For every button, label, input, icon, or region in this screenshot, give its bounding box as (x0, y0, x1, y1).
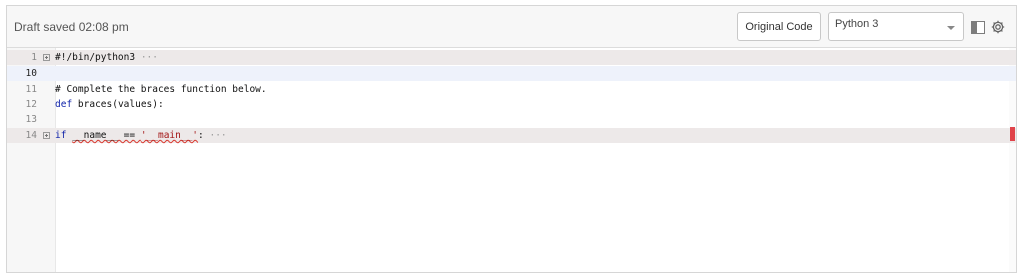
line-code: if __name__ == '__main__': ··· (55, 130, 227, 141)
def-keyword: def (55, 99, 73, 110)
original-code-button[interactable]: Original Code (737, 12, 821, 41)
fold-toggle-icon[interactable] (43, 54, 50, 61)
code-line[interactable]: 1 #!/bin/python3 ··· (7, 50, 1016, 65)
error-marker[interactable] (1010, 127, 1015, 141)
language-select-value: Python 3 (835, 18, 879, 30)
folded-ellipsis[interactable]: ··· (141, 52, 158, 63)
line-number: 10 (25, 68, 37, 79)
line-code: #!/bin/python3 ··· (55, 50, 158, 65)
draft-status: Draft saved 02:08 pm (14, 20, 129, 34)
line-number: 12 (25, 99, 37, 110)
line-number: 1 (31, 52, 37, 63)
chevron-down-icon (947, 26, 955, 30)
editor-toolbar: Draft saved 02:08 pm Original Code Pytho… (7, 6, 1016, 48)
folded-ellipsis[interactable]: ··· (209, 130, 226, 141)
layout-toggle-icon[interactable] (971, 21, 985, 34)
language-select[interactable]: Python 3 (828, 12, 964, 41)
gear-icon[interactable] (990, 19, 1006, 35)
shebang-text: #!/bin/python3 (55, 52, 136, 63)
line-number: 14 (25, 130, 37, 141)
line-number: 13 (25, 114, 37, 125)
name-check-expression: __name__ == '__main__' (72, 130, 199, 141)
code-line[interactable]: 13 (7, 112, 1016, 127)
function-signature: braces(values): (77, 99, 164, 110)
if-keyword: if (55, 130, 67, 141)
fold-toggle-icon[interactable] (43, 132, 50, 139)
line-code: def braces(values): (55, 97, 164, 112)
code-line[interactable]: 12 def braces(values): (7, 97, 1016, 112)
code-editor-panel: Draft saved 02:08 pm Original Code Pytho… (6, 5, 1017, 273)
code-line[interactable]: 14 if __name__ == '__main__': ··· (7, 128, 1016, 143)
code-area[interactable]: 1 #!/bin/python3 ··· 10 11 # Complete th… (7, 48, 1016, 272)
code-line[interactable]: 11 # Complete the braces function below. (7, 82, 1016, 97)
code-line-active[interactable]: 10 (7, 66, 1016, 81)
line-code: # Complete the braces function below. (55, 84, 267, 95)
line-number: 11 (25, 84, 37, 95)
